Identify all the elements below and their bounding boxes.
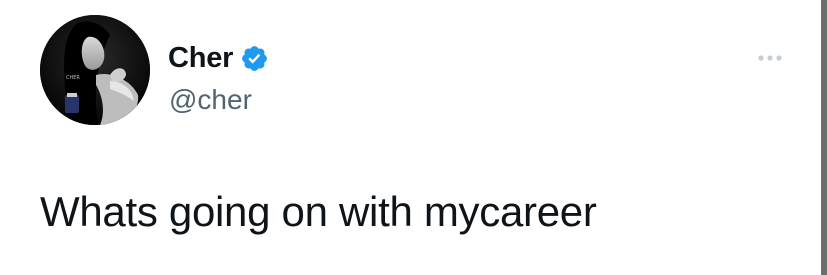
- user-handle[interactable]: @cher: [169, 82, 252, 118]
- display-name[interactable]: Cher: [168, 42, 233, 75]
- display-name-row: Cher: [168, 37, 269, 79]
- avatar[interactable]: CHER: [40, 15, 150, 125]
- tweet-text: Whats going on with mycareer: [40, 188, 597, 235]
- avatar-logo-text: CHER: [66, 75, 80, 81]
- scrollbar[interactable]: [821, 0, 827, 275]
- avatar-photo: [40, 15, 150, 125]
- tweet-card: CHER Cher @cher Whats going on with myca…: [0, 0, 827, 275]
- verified-badge-icon: [240, 44, 269, 73]
- more-options-icon[interactable]: [756, 48, 784, 68]
